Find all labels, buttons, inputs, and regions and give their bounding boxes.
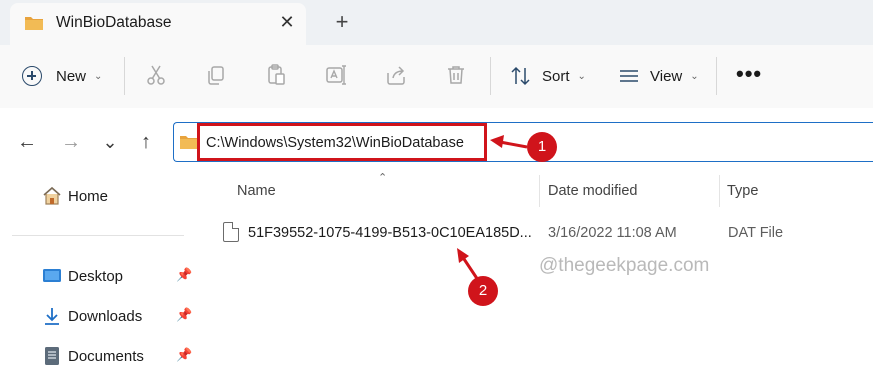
sort-label: Sort: [542, 67, 570, 85]
back-arrow-icon[interactable]: ←: [14, 129, 40, 155]
chevron-down-icon: ⌄: [94, 70, 103, 82]
new-tab-button[interactable]: +: [328, 8, 356, 36]
sidebar-item-documents[interactable]: Documents: [42, 344, 144, 368]
divider: [490, 57, 491, 95]
pin-icon[interactable]: 📌: [176, 307, 192, 323]
recent-locations-chevron-icon[interactable]: ⌄: [97, 129, 123, 155]
forward-arrow-icon[interactable]: →: [58, 129, 84, 155]
rename-icon[interactable]: [324, 63, 348, 87]
column-header-name[interactable]: Name: [237, 183, 276, 199]
file-row[interactable]: 51F39552-1075-4199-B513-0C10EA185D... 3/…: [220, 220, 873, 248]
command-bar: New ⌄ Sort ⌄ View ⌄ •••: [0, 45, 873, 108]
share-icon[interactable]: [384, 63, 408, 87]
file-date-modified: 3/16/2022 11:08 AM: [548, 225, 677, 241]
folder-icon: [25, 17, 43, 30]
sidebar-item-label: Home: [68, 187, 109, 205]
watermark: @thegeekpage.com: [539, 255, 710, 276]
delete-icon[interactable]: [444, 63, 468, 87]
copy-icon[interactable]: [204, 63, 228, 87]
close-tab-icon[interactable]: ✕: [274, 9, 300, 35]
column-header-type[interactable]: Type: [727, 183, 758, 199]
address-bar[interactable]: C:\Windows\System32\WinBioDatabase: [173, 122, 873, 162]
column-divider[interactable]: [719, 175, 720, 207]
sidebar-item-downloads[interactable]: Downloads: [42, 304, 142, 328]
sort-button[interactable]: Sort ⌄: [510, 61, 586, 91]
downloads-icon: [45, 308, 59, 325]
folder-icon: [180, 136, 198, 149]
file-type: DAT File: [728, 225, 784, 241]
chevron-down-icon: ⌄: [690, 70, 699, 82]
new-button[interactable]: New ⌄: [22, 61, 102, 91]
address-path[interactable]: C:\Windows\System32\WinBioDatabase: [206, 135, 464, 151]
tab-strip: WinBioDatabase ✕ +: [0, 0, 873, 45]
annotation-step-2: 2: [468, 276, 498, 306]
sidebar-item-label: Desktop: [68, 267, 124, 285]
sort-icon: [511, 66, 530, 86]
desktop-icon: [43, 269, 61, 282]
address-highlight-box: C:\Windows\System32\WinBioDatabase: [197, 123, 487, 161]
view-label: View: [650, 67, 683, 85]
chevron-down-icon: ⌄: [577, 70, 586, 82]
pin-icon[interactable]: 📌: [176, 347, 192, 363]
documents-icon: [45, 347, 59, 365]
divider: [124, 57, 125, 95]
home-icon: [43, 186, 61, 205]
file-icon: [223, 222, 239, 242]
more-options-icon[interactable]: •••: [736, 61, 766, 91]
column-divider[interactable]: [539, 175, 540, 207]
view-icon: [620, 70, 638, 82]
up-arrow-icon[interactable]: ↑: [133, 129, 159, 155]
tab-title: WinBioDatabase: [56, 14, 172, 31]
file-name: 51F39552-1075-4199-B513-0C10EA185D...: [248, 225, 532, 241]
sort-ascending-icon: ⌃: [378, 172, 388, 184]
sidebar-divider: [12, 235, 184, 236]
sidebar-item-home[interactable]: Home: [42, 184, 108, 208]
sidebar-item-desktop[interactable]: Desktop: [42, 264, 123, 288]
column-header-date-modified[interactable]: Date modified: [548, 183, 637, 199]
new-label: New: [56, 67, 87, 85]
pin-icon[interactable]: 📌: [176, 267, 192, 283]
paste-icon[interactable]: [264, 63, 288, 87]
annotation-step-1: 1: [527, 132, 557, 162]
sidebar-item-label: Downloads: [68, 307, 143, 325]
divider: [716, 57, 717, 95]
tab-winbiodatabase[interactable]: WinBioDatabase ✕: [10, 3, 306, 45]
sidebar-item-label: Documents: [68, 347, 144, 365]
plus-circle-icon: [22, 66, 42, 86]
view-button[interactable]: View ⌄: [618, 61, 699, 91]
cut-icon[interactable]: [144, 63, 168, 87]
